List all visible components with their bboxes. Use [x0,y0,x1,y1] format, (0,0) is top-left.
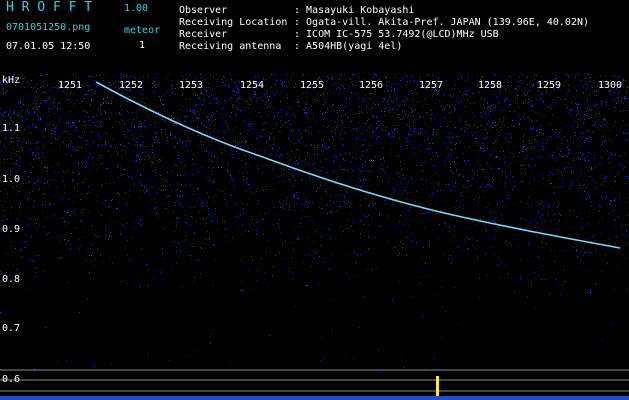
observer-label: Observer [179,5,228,16]
location-label: Receiving Location [179,17,288,28]
y-tick: 0.7 [2,323,21,334]
file-name: 0701051250.png [6,22,91,33]
x-tick: 1256 [359,80,384,91]
observer-value: : Masayuki Kobayashi [294,5,415,16]
app-title: H R O F F T [6,0,93,15]
baseline-strip [0,396,629,400]
header-panel: H R O F F T 1.00 0701051250.png 07.01.05… [0,0,629,74]
antenna-label: Receiving antenna [179,41,282,52]
x-tick: 1254 [240,80,265,91]
y-tick: 0.9 [2,224,21,235]
app-version: 1.00 [124,3,149,14]
x-tick: 1259 [537,80,562,91]
y-tick: 1.1 [2,123,21,134]
receiver-label: Receiver [179,29,228,40]
x-tick: 1253 [179,80,204,91]
y-unit-label: kHz [2,75,21,86]
signal-spike [436,376,439,398]
x-tick: 1252 [119,80,144,91]
y-tick: 0.8 [2,274,21,285]
x-tick: 1251 [58,80,83,91]
x-tick: 1258 [478,80,503,91]
meteor-counter-value: 1 [139,40,146,51]
x-tick: 1300 [598,80,623,91]
location-value: : Ogata-vill. Akita-Pref. JAPAN (139.96E… [294,17,590,28]
x-tick: 1255 [300,80,325,91]
y-tick: 1.0 [2,174,21,185]
file-datetime: 07.01.05 12:50 [6,41,91,52]
receiver-value: : ICOM IC-575 53.7492(@LCD)MHz USB [294,29,499,40]
y-tick: 0.6 [2,374,21,385]
spectrogram-plot [0,74,629,400]
antenna-value: : A504HB(yagi 4el) [294,41,403,52]
x-tick: 1257 [419,80,444,91]
meteor-counter-label: meteor [124,25,161,36]
